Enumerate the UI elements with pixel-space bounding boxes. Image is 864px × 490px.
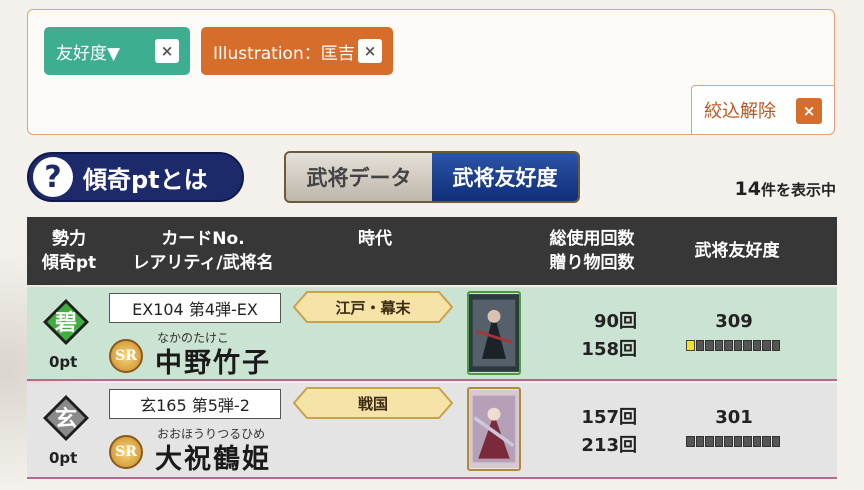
header-line: 勢力 xyxy=(52,229,86,249)
era-badge: 江戸・幕末 xyxy=(293,291,453,323)
header-line: 贈り物回数 xyxy=(549,253,635,273)
affinity-segment xyxy=(686,340,695,351)
clear-filters-button[interactable]: 絞込解除 × xyxy=(691,85,835,135)
affinity-segment xyxy=(695,340,704,351)
kabuki-pt-help-button[interactable]: ? 傾奇ptとは xyxy=(27,152,244,202)
era-label: 戦国 xyxy=(357,394,388,413)
affinity-bar xyxy=(686,340,780,351)
affinity-value: 309 xyxy=(715,311,753,332)
table-row[interactable]: 玄 0pt 玄165 第5弾-2 SR おおほうりつるひめ 大祝鶴姫 戦国 15… xyxy=(27,383,837,479)
table-row[interactable]: 碧 0pt EX104 第4弾-EX SR なかのたけこ 中野竹子 江戸・幕末 … xyxy=(27,287,837,381)
tab-general-data[interactable]: 武将データ xyxy=(286,153,432,201)
card-thumbnail[interactable] xyxy=(467,291,521,375)
kabuki-pt: 0pt xyxy=(49,449,78,467)
table-header: 勢力 傾奇pt カードNo. レアリティ/武将名 時代 総使用回数 贈り物回数 … xyxy=(27,217,837,285)
help-label: 傾奇ptとは xyxy=(83,165,208,194)
affinity-segment xyxy=(771,436,780,447)
gift-count: 158回 xyxy=(581,339,637,360)
general-name[interactable]: 中野竹子 xyxy=(155,341,271,380)
affinity-segment xyxy=(743,436,752,447)
card-number: 玄165 第5弾-2 xyxy=(109,389,281,419)
faction-emblem-icon: 碧 xyxy=(43,299,89,345)
card-number: EX104 第4弾-EX xyxy=(109,293,281,323)
col-affinity-header[interactable]: 武将友好度 xyxy=(677,239,797,263)
filter-panel: 友好度▼ × Illustration：匡吉 × 絞込解除 × xyxy=(27,9,835,135)
rarity-badge: SR xyxy=(109,339,143,373)
close-icon: × xyxy=(796,98,822,124)
affinity-segment xyxy=(762,436,771,447)
affinity-segment xyxy=(705,340,714,351)
close-icon[interactable]: × xyxy=(155,39,179,63)
affinity-segment xyxy=(771,340,780,351)
affinity-segment xyxy=(686,436,695,447)
affinity-bar xyxy=(686,436,780,447)
filter-chip-illustration[interactable]: Illustration：匡吉 × xyxy=(201,27,393,75)
affinity-segment xyxy=(752,340,761,351)
view-tabs: 武将データ 武将友好度 xyxy=(284,151,580,203)
affinity-segment xyxy=(733,340,742,351)
faction-glyph: 碧 xyxy=(54,310,77,336)
affinity-segment xyxy=(762,340,771,351)
col-era-header[interactable]: 時代 xyxy=(295,227,455,251)
general-name[interactable]: 大祝鶴姫 xyxy=(155,437,271,476)
affinity-segment xyxy=(724,436,733,447)
kabuki-pt: 0pt xyxy=(49,353,78,371)
affinity-segment xyxy=(714,340,723,351)
era-label: 江戸・幕末 xyxy=(335,298,411,317)
clear-filters-label: 絞込解除 xyxy=(704,101,776,122)
col-usage-header[interactable]: 総使用回数 贈り物回数 xyxy=(527,227,657,275)
affinity-segment xyxy=(714,436,723,447)
total-uses: 157回 xyxy=(581,407,637,428)
close-icon[interactable]: × xyxy=(358,39,382,63)
rarity-badge: SR xyxy=(109,435,143,469)
total-uses: 90回 xyxy=(593,311,637,332)
result-count-suffix: 件を表示中 xyxy=(760,181,836,199)
question-icon: ? xyxy=(33,157,73,197)
faction-glyph: 玄 xyxy=(55,406,77,432)
header-line: 傾奇pt xyxy=(41,253,97,273)
filter-chip-label: Illustration：匡吉 xyxy=(213,43,355,64)
result-count-number: 14 xyxy=(734,178,761,200)
affinity-segment xyxy=(752,436,761,447)
affinity-segment xyxy=(743,340,752,351)
result-count: 14件を表示中 xyxy=(735,178,836,200)
affinity-segment xyxy=(724,340,733,351)
filter-chip-label: 友好度▼ xyxy=(56,43,121,64)
filter-chip-affinity[interactable]: 友好度▼ × xyxy=(44,27,190,75)
affinity-segment xyxy=(705,436,714,447)
tab-general-affinity[interactable]: 武将友好度 xyxy=(432,153,578,201)
card-thumbnail[interactable] xyxy=(467,387,521,471)
header-line: レアリティ/武将名 xyxy=(132,253,274,273)
gift-count: 213回 xyxy=(581,435,637,456)
header-line: 総使用回数 xyxy=(549,229,635,249)
col-faction-header[interactable]: 勢力 傾奇pt xyxy=(27,227,111,275)
affinity-segment xyxy=(733,436,742,447)
faction-emblem-icon: 玄 xyxy=(43,395,89,441)
era-badge: 戦国 xyxy=(293,387,453,419)
affinity-value: 301 xyxy=(715,407,753,428)
header-line: カードNo. xyxy=(161,229,245,249)
col-card-header[interactable]: カードNo. レアリティ/武将名 xyxy=(111,227,295,275)
affinity-segment xyxy=(695,436,704,447)
